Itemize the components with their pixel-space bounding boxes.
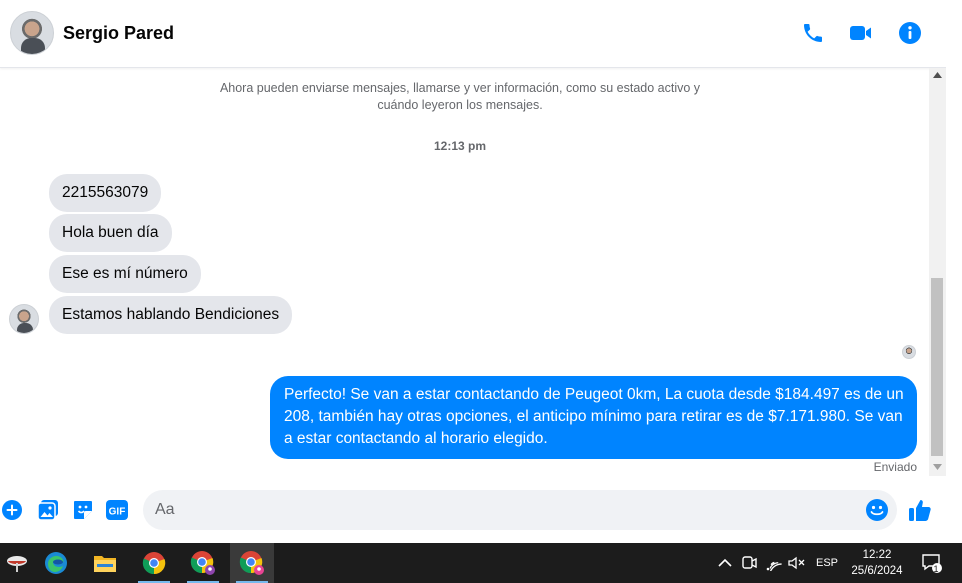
- outgoing-message[interactable]: Perfecto! Se van a estar contactando de …: [270, 376, 917, 459]
- wifi-icon[interactable]: [764, 553, 782, 573]
- system-message: Ahora pueden enviarse mensajes, llamarse…: [219, 81, 701, 112]
- input-language[interactable]: ESP: [816, 557, 838, 569]
- window-edge: [946, 0, 962, 543]
- incoming-message[interactable]: 2215563079: [49, 174, 162, 212]
- windows-taskbar: ESP 12:22 25/6/2024 1: [0, 543, 962, 583]
- emoji-icon[interactable]: [865, 498, 889, 522]
- plus-icon[interactable]: [0, 498, 24, 522]
- message-composer: GIF: [0, 480, 946, 543]
- thumbs-up-icon[interactable]: [907, 497, 935, 525]
- phone-icon[interactable]: [799, 19, 827, 47]
- scroll-up-arrow-icon[interactable]: [929, 72, 946, 82]
- file-explorer-icon[interactable]: [83, 543, 127, 583]
- system-clock[interactable]: 12:22 25/6/2024: [843, 547, 911, 579]
- video-camera-icon[interactable]: [847, 19, 875, 47]
- scroll-down-arrow-icon[interactable]: [929, 464, 946, 474]
- chrome-icon[interactable]: [132, 543, 176, 583]
- seen-indicator-avatar: [902, 345, 916, 359]
- notifications-icon[interactable]: 1: [920, 553, 944, 574]
- chat-header: Sergio Pared: [0, 0, 946, 68]
- gif-label: GIF: [109, 507, 126, 518]
- meet-now-icon[interactable]: [740, 553, 758, 573]
- sticker-icon[interactable]: [71, 498, 95, 522]
- messenger-window: Sergio Pared Ahora pueden enviarse mensa…: [0, 0, 962, 543]
- scroll-thumb[interactable]: [931, 278, 943, 456]
- info-icon[interactable]: [896, 19, 924, 47]
- message-status: Enviado: [873, 460, 917, 474]
- chevron-up-icon[interactable]: [716, 553, 734, 573]
- gif-icon[interactable]: GIF: [105, 498, 129, 522]
- contact-avatar[interactable]: [10, 11, 54, 55]
- clock-date: 25/6/2024: [851, 565, 903, 577]
- incoming-message[interactable]: Estamos hablando Bendiciones: [49, 296, 293, 334]
- sender-avatar[interactable]: [9, 304, 39, 334]
- clock-time: 12:22: [862, 549, 892, 561]
- chrome-profile-icon[interactable]: [181, 543, 225, 583]
- incoming-message[interactable]: Ese es mí número: [49, 255, 201, 293]
- volume-muted-icon[interactable]: [787, 553, 805, 573]
- contact-name[interactable]: Sergio Pared: [63, 23, 174, 44]
- chrome-active-icon[interactable]: [230, 543, 274, 583]
- notification-count: 1: [933, 564, 939, 574]
- incoming-message[interactable]: Hola buen día: [49, 214, 172, 252]
- widget-icon[interactable]: [0, 543, 34, 583]
- image-icon[interactable]: [36, 498, 60, 522]
- message-input[interactable]: [143, 490, 897, 530]
- edge-icon[interactable]: [34, 543, 78, 583]
- chat-scrollbar[interactable]: [929, 68, 946, 476]
- message-timestamp: 12:13 pm: [433, 139, 487, 153]
